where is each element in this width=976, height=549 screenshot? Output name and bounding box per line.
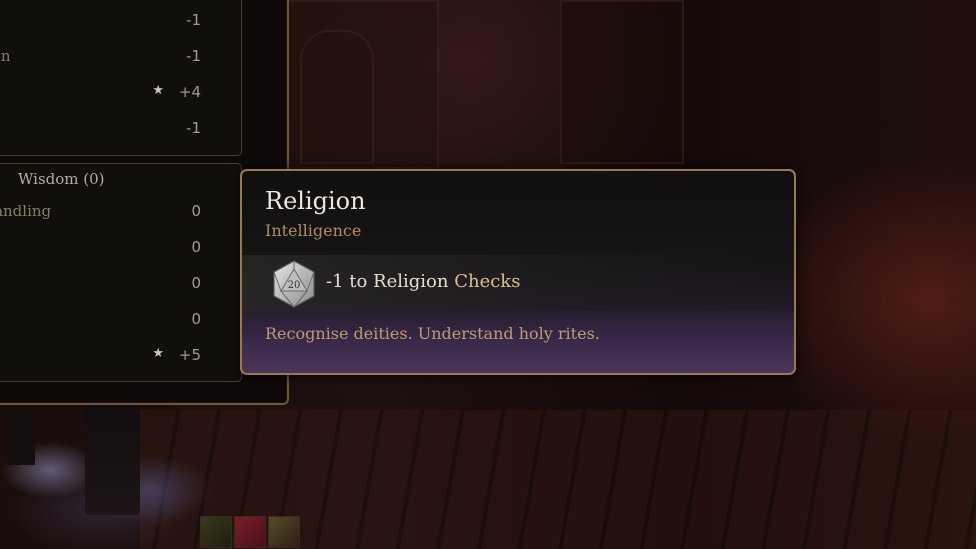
tooltip-description: Recognise deities. Understand holy rites… xyxy=(265,324,600,343)
skill-tooltip: Religion Intelligence 20 -1 to Religion … xyxy=(240,169,796,375)
skill-row[interactable]: -1 xyxy=(0,11,221,35)
skill-value: -1 xyxy=(186,11,201,29)
skill-row[interactable]: 0 xyxy=(0,274,221,298)
skill-value: 0 xyxy=(191,202,201,220)
character-leg xyxy=(5,405,35,465)
skill-value: 0 xyxy=(191,238,201,256)
character-leg xyxy=(85,405,140,515)
skill-group-wisdom: Wisdom (0) Handling 0 0 0 n 0 ★ +5 xyxy=(0,163,242,382)
star-icon: ★ xyxy=(152,346,164,361)
skill-name: tion xyxy=(0,47,11,65)
bg-door-panel xyxy=(300,30,374,164)
effect-checks-keyword: Checks xyxy=(454,271,521,292)
skill-row[interactable]: Handling 0 xyxy=(0,202,221,226)
skill-value: -1 xyxy=(186,47,201,65)
skill-name: Handling xyxy=(0,202,52,220)
skill-value: +4 xyxy=(178,83,201,101)
skill-value: -1 xyxy=(186,119,201,137)
tooltip-title: Religion xyxy=(265,187,366,215)
d20-label: 20 xyxy=(288,280,301,291)
bg-wall-panel xyxy=(560,0,684,164)
skill-row[interactable]: 0 xyxy=(0,238,221,262)
effect-text: -1 to Religion xyxy=(326,271,455,292)
skill-row[interactable]: -1 xyxy=(0,119,221,143)
skill-row[interactable]: ★ +5 xyxy=(0,346,221,370)
tooltip-ability: Intelligence xyxy=(265,221,362,240)
skill-row[interactable]: ★ +4 xyxy=(0,83,221,107)
group-title: Wisdom (0) xyxy=(18,170,105,188)
hotbar-item[interactable] xyxy=(234,516,266,548)
skill-value: 0 xyxy=(191,310,201,328)
tooltip-effect: -1 to Religion Checks xyxy=(326,271,520,292)
hotbar-item[interactable] xyxy=(200,516,232,548)
d20-die-icon: 20 xyxy=(273,260,315,308)
skill-row[interactable]: tion -1 xyxy=(0,47,221,71)
skill-group-top: -1 tion -1 ★ +4 -1 xyxy=(0,0,242,156)
hotbar-item[interactable] xyxy=(268,516,300,548)
star-icon: ★ xyxy=(152,83,164,98)
skill-row[interactable]: n 0 xyxy=(0,310,221,334)
skill-value: +5 xyxy=(178,346,201,364)
skill-value: 0 xyxy=(191,274,201,292)
